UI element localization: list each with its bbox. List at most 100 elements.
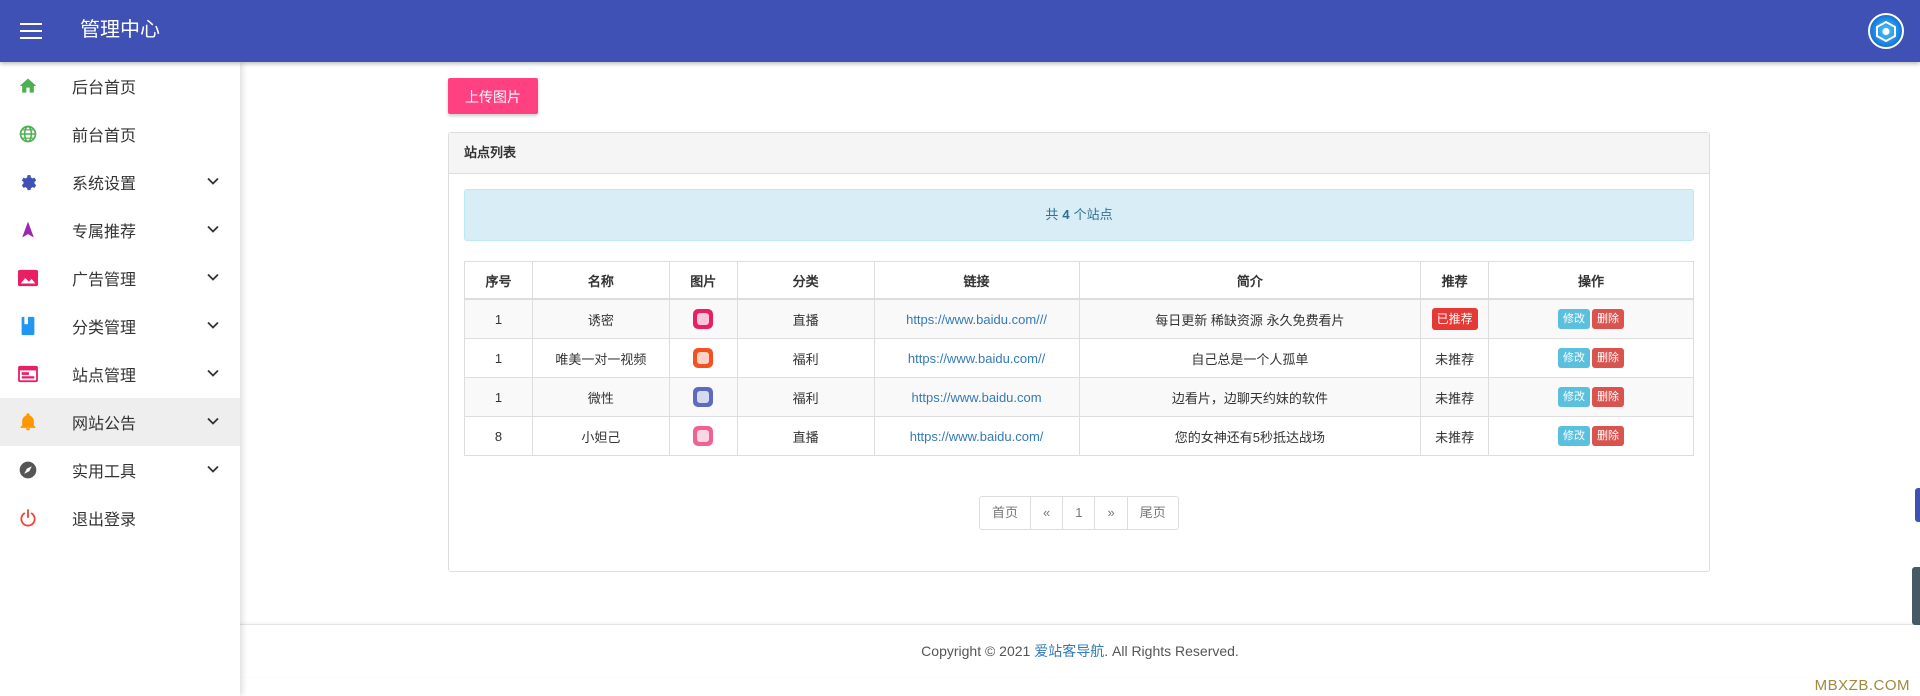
cell-name: 小妲己 — [531, 416, 670, 456]
cell-category: 直播 — [736, 298, 875, 339]
sidebar-item-category[interactable]: 分类管理 — [0, 302, 240, 350]
side-feedback-tab[interactable] — [1915, 488, 1920, 522]
cell-actions: 修改 删除 — [1488, 416, 1694, 456]
site-logo-thumbnail[interactable] — [693, 348, 714, 368]
chevron-down-icon — [207, 225, 219, 233]
chevron-down-icon — [207, 417, 219, 425]
cell-id: 1 — [464, 377, 533, 417]
copyright-text: Copyright © 2021 — [921, 643, 1035, 659]
site-logo-thumbnail[interactable] — [693, 387, 714, 407]
alert-prefix: 共 — [1045, 207, 1059, 222]
site-list-panel: 站点列表 共 4 个站点 序号 名称 图片 分类 链接 简介 推荐 操作 1 诱… — [448, 132, 1710, 572]
compass-icon — [16, 458, 40, 482]
sidebar-item-sites[interactable]: 站点管理 — [0, 350, 240, 398]
pager-prev[interactable]: « — [1031, 497, 1064, 529]
cell-desc: 自己总是一个人孤单 — [1078, 338, 1422, 378]
sidebar-item-notice[interactable]: 网站公告 — [0, 398, 240, 446]
sidebar-item-recommend[interactable]: 专属推荐 — [0, 206, 240, 254]
cell-link: https://www.baidu.com/// — [873, 298, 1080, 339]
site-count: 4 — [1062, 207, 1070, 222]
rights-text: . All Rights Reserved. — [1104, 643, 1239, 659]
sidebar: 后台首页 前台首页 系统设置 专属推荐 广告管理 分类管理 站点管理 网站公告 … — [0, 62, 240, 696]
cell-actions: 修改 删除 — [1488, 298, 1694, 339]
footer-site-link[interactable]: 爱站客导航 — [1034, 643, 1104, 659]
panel-title: 站点列表 — [449, 133, 1709, 174]
site-logo-thumbnail[interactable] — [693, 309, 714, 329]
chevron-down-icon — [207, 273, 219, 281]
cell-category: 福利 — [736, 338, 875, 378]
delete-button[interactable]: 删除 — [1592, 387, 1625, 407]
image-icon — [16, 266, 40, 290]
home-icon — [16, 74, 40, 98]
site-link[interactable]: https://www.baidu.com// — [908, 351, 1045, 366]
site-count-alert: 共 4 个站点 — [464, 189, 1694, 241]
footer: Copyright © 2021 爱站客导航. All Rights Reser… — [240, 624, 1920, 677]
bell-icon — [16, 410, 40, 434]
sidebar-item-label: 实用工具 — [72, 464, 137, 481]
site-link[interactable]: https://www.baidu.com — [912, 390, 1042, 405]
sidebar-item-dashboard[interactable]: 后台首页 — [0, 62, 240, 110]
sidebar-item-label: 站点管理 — [72, 368, 137, 385]
cell-id: 1 — [464, 338, 533, 378]
column-header: 序号 — [464, 261, 533, 300]
pager-next[interactable]: » — [1095, 497, 1128, 529]
edit-button[interactable]: 修改 — [1558, 309, 1591, 329]
upload-image-button[interactable]: 上传图片 — [448, 78, 538, 114]
avatar-icon[interactable] — [1868, 13, 1904, 49]
column-header: 名称 — [531, 261, 670, 300]
cell-thumb — [668, 298, 738, 339]
column-header: 推荐 — [1420, 261, 1490, 300]
cell-thumb — [668, 338, 738, 378]
main-content: 上传图片 站点列表 共 4 个站点 序号 名称 图片 分类 链接 简介 推荐 操作 — [240, 62, 1920, 696]
column-header: 分类 — [736, 261, 875, 300]
hamburger-icon[interactable] — [20, 20, 44, 40]
delete-button[interactable]: 删除 — [1592, 309, 1625, 329]
cell-desc: 每日更新 稀缺资源 永久免费看片 — [1078, 298, 1422, 339]
recommended-badge[interactable]: 已推荐 — [1431, 308, 1478, 330]
app-title: 管理中心 — [80, 19, 160, 41]
table-header-row: 序号 名称 图片 分类 链接 简介 推荐 操作 — [464, 261, 1694, 300]
sidebar-item-ads[interactable]: 广告管理 — [0, 254, 240, 302]
sidebar-item-label: 专属推荐 — [72, 224, 137, 241]
chevron-down-icon — [207, 369, 219, 377]
sidebar-item-label: 网站公告 — [72, 416, 137, 433]
pager-first[interactable]: 首页 — [980, 497, 1032, 529]
table-row: 1 微性 福利 https://www.baidu.com 边看片，边聊天约妹的… — [464, 377, 1694, 417]
edit-button[interactable]: 修改 — [1558, 387, 1591, 407]
cell-name: 唯美一对一视频 — [531, 338, 670, 378]
side-tool-tab[interactable] — [1912, 567, 1920, 625]
pager-page[interactable]: 1 — [1063, 497, 1096, 529]
chevron-down-icon — [207, 465, 219, 473]
pager-last[interactable]: 尾页 — [1128, 497, 1178, 529]
cell-name: 诱密 — [531, 298, 670, 339]
sidebar-item-tools[interactable]: 实用工具 — [0, 446, 240, 494]
cell-link: https://www.baidu.com// — [873, 338, 1080, 378]
site-link[interactable]: https://www.baidu.com/ — [910, 429, 1044, 444]
pagination: 首页 « 1 » 尾页 — [979, 496, 1179, 530]
sidebar-item-frontend[interactable]: 前台首页 — [0, 110, 240, 158]
cell-category: 福利 — [736, 377, 875, 417]
delete-button[interactable]: 删除 — [1592, 426, 1625, 446]
site-link[interactable]: https://www.baidu.com/// — [906, 312, 1047, 327]
sidebar-item-label: 系统设置 — [72, 176, 137, 193]
watermark: MBXZB.COM — [1814, 677, 1910, 694]
delete-button[interactable]: 删除 — [1592, 348, 1625, 368]
chevron-down-icon — [207, 177, 219, 185]
site-logo-thumbnail[interactable] — [693, 426, 714, 446]
table-row: 1 诱密 直播 https://www.baidu.com/// 每日更新 稀缺… — [464, 298, 1694, 339]
cell-thumb — [668, 377, 738, 417]
cell-recommend: 未推荐 — [1420, 416, 1490, 456]
cell-recommend: 未推荐 — [1420, 377, 1490, 417]
sidebar-item-system-settings[interactable]: 系统设置 — [0, 158, 240, 206]
site-table: 序号 名称 图片 分类 链接 简介 推荐 操作 1 诱密 直播 https://… — [464, 261, 1694, 456]
column-header: 简介 — [1078, 261, 1422, 300]
chevron-down-icon — [207, 321, 219, 329]
top-app-bar: 管理中心 — [0, 0, 1920, 62]
edit-button[interactable]: 修改 — [1558, 426, 1591, 446]
cell-desc: 边看片，边聊天约妹的软件 — [1078, 377, 1422, 417]
cell-category: 直播 — [736, 416, 875, 456]
cell-thumb — [668, 416, 738, 456]
sidebar-item-label: 后台首页 — [72, 80, 137, 97]
sidebar-item-logout[interactable]: 退出登录 — [0, 494, 240, 542]
edit-button[interactable]: 修改 — [1558, 348, 1591, 368]
